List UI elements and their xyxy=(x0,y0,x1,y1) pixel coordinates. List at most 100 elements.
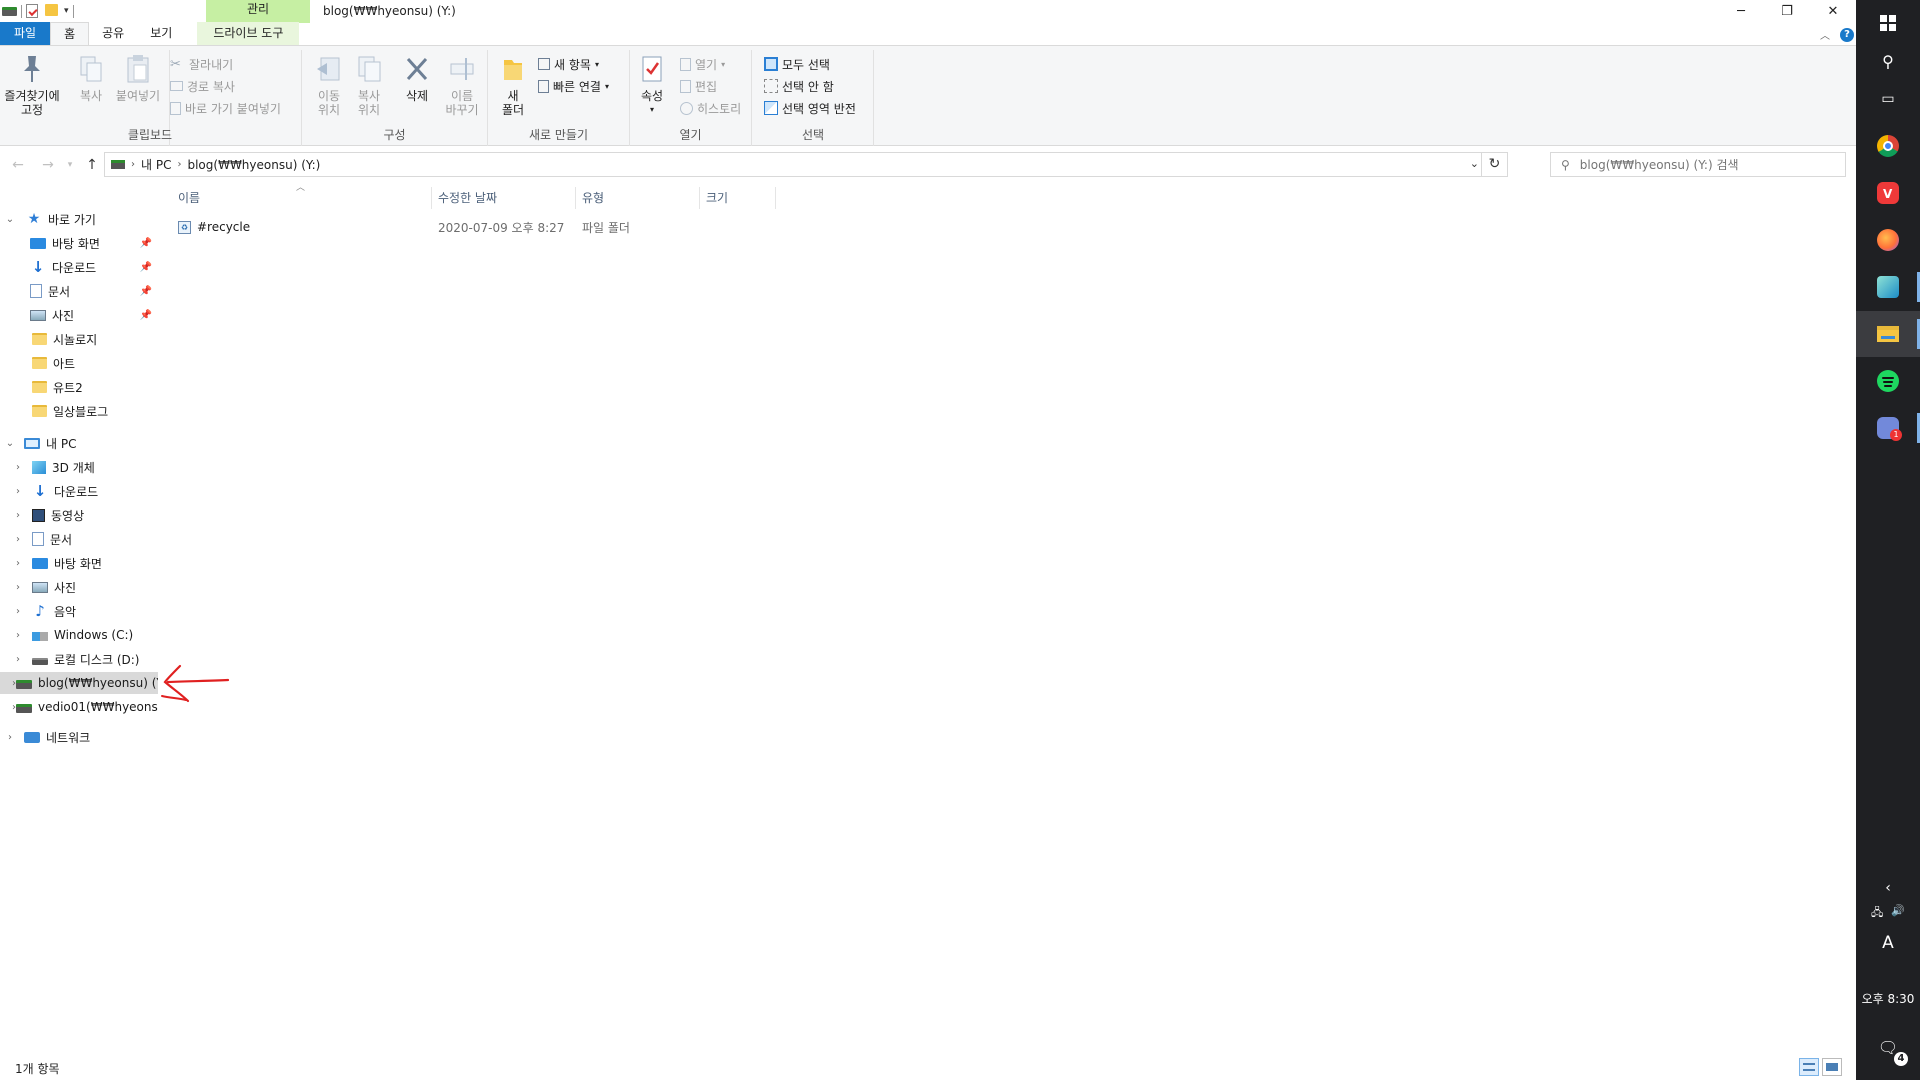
taskbar-app-pinned[interactable] xyxy=(1856,264,1920,310)
tree-item-drive-c[interactable]: › Windows (C:) xyxy=(0,624,158,646)
tree-item-daily-blog[interactable]: 일상블로그 xyxy=(0,400,158,422)
tab-home[interactable]: 홈 xyxy=(50,22,90,45)
tree-item-drive-d[interactable]: › 로컬 디스크 (D:) xyxy=(0,648,158,670)
tab-file[interactable]: 파일 xyxy=(0,22,51,45)
details-view-button[interactable] xyxy=(1799,1058,1819,1076)
chevron-right-icon[interactable]: › xyxy=(12,534,24,545)
easy-access-button[interactable]: 빠른 연결 ▾ xyxy=(538,76,609,96)
desktop-icon xyxy=(30,237,46,249)
large-icons-view-button[interactable] xyxy=(1822,1058,1842,1076)
tree-item-documents[interactable]: 문서 📌 xyxy=(0,280,158,302)
search-box[interactable]: ⚲ xyxy=(1550,152,1846,177)
open-button[interactable]: 열기 ▾ xyxy=(680,54,725,74)
delete-button[interactable]: 삭제 xyxy=(402,52,432,103)
chevron-right-icon[interactable]: › xyxy=(12,558,24,569)
tree-quick-access[interactable]: ⌄ ★ 바로 가기 xyxy=(0,208,158,230)
manage-contextual-tab[interactable]: 관리 xyxy=(206,0,310,23)
history-button[interactable]: 히스토리 xyxy=(680,98,741,118)
recent-locations-dropdown[interactable]: ▾ xyxy=(60,155,80,175)
show-hidden-icons-button[interactable]: ‹ xyxy=(1856,880,1920,896)
restore-button[interactable]: ❐ xyxy=(1764,0,1810,23)
taskbar-app-file-explorer[interactable] xyxy=(1856,311,1920,357)
ime-indicator[interactable]: A xyxy=(1856,933,1920,953)
new-item-button[interactable]: 새 항목 ▾ xyxy=(538,54,599,74)
close-button[interactable]: ✕ xyxy=(1810,0,1856,23)
taskbar-app-firefox[interactable] xyxy=(1856,217,1920,263)
action-center-button[interactable]: 🗨 xyxy=(1856,1038,1920,1057)
new-folder-button[interactable]: 새 폴더 xyxy=(498,52,528,117)
tree-item-videos[interactable]: › 동영상 xyxy=(0,504,158,526)
address-box[interactable]: › 내 PC › blog(₩₩hyeonsu) (Y:) ⌄ ↻ xyxy=(104,152,1508,177)
tree-this-pc[interactable]: ⌄ 내 PC xyxy=(0,432,158,454)
chevron-right-icon[interactable]: › xyxy=(12,582,24,593)
column-header-type[interactable]: 유형 xyxy=(582,183,702,211)
chevron-right-icon[interactable]: › xyxy=(4,732,16,743)
column-divider[interactable] xyxy=(575,187,576,209)
column-header-name[interactable]: 이름 xyxy=(178,183,428,211)
new-folder-icon[interactable] xyxy=(45,3,60,19)
chevron-right-icon[interactable]: › xyxy=(12,654,24,665)
up-button[interactable]: ↑ xyxy=(82,155,102,175)
taskbar-app-vivaldi[interactable]: V xyxy=(1856,170,1920,216)
address-history-dropdown[interactable]: ⌄ xyxy=(1470,157,1479,170)
task-view-button[interactable]: ▭ xyxy=(1856,76,1920,122)
chevron-down-icon[interactable]: ⌄ xyxy=(4,214,16,225)
tree-item-music[interactable]: › ♪ 음악 xyxy=(0,600,158,622)
copy-to-button[interactable]: 복사 위치 xyxy=(352,52,386,117)
tree-item-desktop[interactable]: 바탕 화면 📌 xyxy=(0,232,158,254)
chevron-right-icon[interactable]: › xyxy=(12,486,24,497)
taskbar-app-spotify[interactable] xyxy=(1856,358,1920,404)
column-divider[interactable] xyxy=(775,187,776,209)
customize-toolbar-dropdown[interactable]: ▾ xyxy=(64,6,69,16)
tree-item-pc-documents[interactable]: › 문서 xyxy=(0,528,158,550)
breadcrumb-this-pc[interactable]: 내 PC xyxy=(141,156,171,173)
properties-button[interactable]: 속성 ▾ xyxy=(636,52,668,117)
rename-button[interactable]: 이름 바꾸기 xyxy=(442,52,482,117)
breadcrumb-current-drive[interactable]: blog(₩₩hyeonsu) (Y:) xyxy=(187,158,320,172)
tree-item-youtube2[interactable]: 유트2 xyxy=(0,376,158,398)
column-header-size[interactable]: 크기 xyxy=(706,183,786,211)
column-header-modified[interactable]: 수정한 날짜 xyxy=(438,183,578,211)
column-divider[interactable] xyxy=(699,187,700,209)
tree-item-3d-objects[interactable]: › 3D 개체 xyxy=(0,456,158,478)
tree-item-drive-z[interactable]: › vedio01(₩₩hyeonsu) (Z:) xyxy=(0,696,158,718)
properties-icon[interactable] xyxy=(26,3,41,19)
clock[interactable]: 오후 8:30 xyxy=(1856,990,1920,1007)
back-button[interactable]: ← xyxy=(8,155,28,175)
collapse-ribbon-icon[interactable]: ︿ xyxy=(1820,27,1830,42)
chevron-right-icon[interactable]: › xyxy=(12,462,24,473)
forward-button[interactable]: → xyxy=(38,155,58,175)
refresh-button[interactable]: ↻ xyxy=(1481,153,1507,176)
tree-item-pc-pictures[interactable]: › 사진 xyxy=(0,576,158,598)
tree-item-pc-downloads[interactable]: › ↓ 다운로드 xyxy=(0,480,158,502)
network-status-icon[interactable]: 🖧 xyxy=(1871,904,1883,923)
column-divider[interactable] xyxy=(431,187,432,209)
tab-view[interactable]: 보기 xyxy=(137,22,185,45)
tree-item-pc-desktop[interactable]: › 바탕 화면 xyxy=(0,552,158,574)
tree-item-downloads[interactable]: ↓ 다운로드 📌 xyxy=(0,256,158,278)
tree-item-synology[interactable]: 시놀로지 xyxy=(0,328,158,350)
tree-item-art[interactable]: 아트 xyxy=(0,352,158,374)
select-all-button[interactable]: 모두 선택 xyxy=(764,54,830,74)
help-icon[interactable]: ? xyxy=(1840,27,1854,42)
select-none-button[interactable]: 선택 안 함 xyxy=(764,76,834,96)
tab-drive-tools[interactable]: 드라이브 도구 xyxy=(197,22,300,45)
chevron-right-icon[interactable]: › xyxy=(12,606,24,617)
taskbar-app-chrome[interactable] xyxy=(1856,123,1920,169)
chevron-down-icon[interactable]: ⌄ xyxy=(4,438,16,449)
tree-network[interactable]: › 네트워크 xyxy=(0,726,158,748)
file-row[interactable]: ♻ #recycle 2020-07-09 오후 8:27 파일 폴더 xyxy=(176,216,796,238)
select-group-label: 선택 xyxy=(801,128,825,142)
move-to-button[interactable]: 이동 위치 xyxy=(312,52,346,117)
chevron-right-icon[interactable]: › xyxy=(12,510,24,521)
search-input[interactable] xyxy=(1579,157,1830,172)
chevron-right-icon[interactable]: › xyxy=(12,630,24,641)
tab-share[interactable]: 공유 xyxy=(89,22,137,45)
volume-icon[interactable]: 🔊 xyxy=(1891,904,1905,923)
invert-selection-button[interactable]: 선택 영역 반전 xyxy=(764,98,856,118)
minimize-button[interactable]: ─ xyxy=(1718,0,1764,23)
edit-button[interactable]: 편집 xyxy=(680,76,717,96)
tree-item-drive-y[interactable]: › blog(₩₩hyeonsu) (Y:) xyxy=(0,672,158,694)
taskbar-app-discord[interactable]: 1 xyxy=(1856,405,1920,451)
tree-item-pictures[interactable]: 사진 📌 xyxy=(0,304,158,326)
